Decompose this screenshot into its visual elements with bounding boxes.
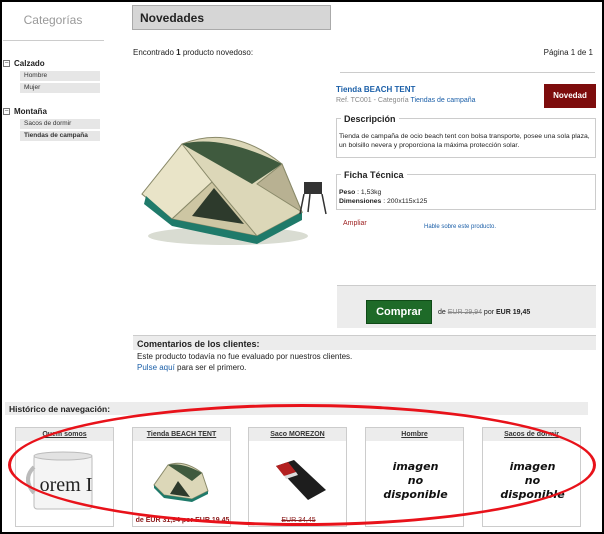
category-group-montana: − Montaña Sacos de dormir Tiendas de cam… [3,105,104,141]
sleeping-bag-image[interactable] [249,446,348,516]
review-link[interactable]: Pulse aquí [137,363,175,372]
buy-button[interactable]: Comprar [366,300,432,324]
enlarge-link[interactable]: Ampliar [343,220,367,227]
results-count: Encontrado 1 producto novedoso: [133,48,254,57]
category-header[interactable]: − Montaña [3,105,104,117]
history-card-price: EUR 34,45 [281,517,316,524]
sidebar-title: Categorías [23,13,83,27]
specs-label: Ficha Técnica [341,170,407,180]
description-box: Descripción Tienda de campaña de ocio be… [336,114,596,158]
category-name[interactable]: Calzado [14,59,45,68]
history-card[interactable]: Saco MOREZON EUR 34,45 [248,427,347,527]
history-card[interactable]: Quem somos orem I [15,427,114,527]
product-reference: Ref. TC001 - Categoría Tiendas de campañ… [336,97,476,104]
tent-image[interactable] [133,446,232,516]
history-card[interactable]: Tienda BEACH TENT de EUR 31,94 por EUR 1… [132,427,231,527]
mug-image[interactable]: orem I [16,446,115,516]
no-image-placeholder[interactable]: imagen no disponible [483,446,582,516]
sidebar-item-hombre[interactable]: Hombre [20,71,100,81]
product-image[interactable] [132,124,330,250]
history-card-price: de EUR 31,94 por EUR 19,45 [135,517,230,524]
comments-title: Comentarios de los clientes: [133,336,596,350]
sidebar-item-tiendas-de-campana[interactable]: Tiendas de campaña [20,131,100,141]
specs-box: Ficha Técnica Peso : 1,53kg Dimensiones … [336,170,596,210]
comments-text: Este producto todavía no fue evaluado po… [137,352,353,361]
talk-about-link[interactable]: Hable sobre este producto. [424,224,496,230]
old-price: EUR 29,94 [447,309,482,316]
product-title-link[interactable]: Tienda BEACH TENT [336,85,415,94]
page-title: Novedades [132,5,331,30]
price: de EUR 29,94 por EUR 19,45 [438,309,531,316]
buy-bar: Comprar de EUR 29,94 por EUR 19,45 [337,285,596,328]
weight-spec: Peso : 1,53kg [339,189,382,196]
history-card[interactable]: Hombre imagen no disponible [365,427,464,527]
history-card-title[interactable]: Hombre [366,428,463,441]
collapse-icon[interactable]: − [3,59,10,67]
customer-comments: Comentarios de los clientes: Este produc… [133,335,596,378]
comments-cta: Pulse aquí para ser el primero. [137,363,247,372]
new-price: EUR 19,45 [496,309,531,316]
category-link[interactable]: Tiendas de campaña [410,97,475,104]
no-image-placeholder[interactable]: imagen no disponible [366,446,465,516]
history-card-title[interactable]: Tienda BEACH TENT [133,428,230,441]
mug-text: orem I [39,474,92,496]
page-indicator: Página 1 de 1 [543,48,593,57]
category-name[interactable]: Montaña [14,107,47,116]
category-header[interactable]: − Calzado [3,57,104,69]
history-card-title[interactable]: Sacos de dormir [483,428,580,441]
description-label: Descripción [341,114,399,124]
new-badge: Novedad [544,84,596,108]
history-card-title[interactable]: Quem somos [16,428,113,441]
history-card-title[interactable]: Saco MOREZON [249,428,346,441]
category-group-calzado: − Calzado Hombre Mujer [3,57,104,93]
dimensions-spec: Dimensiones : 200x115x125 [339,198,428,205]
sidebar-divider [3,40,104,41]
sidebar-item-sacos-de-dormir[interactable]: Sacos de dormir [20,119,100,129]
sidebar-item-mujer[interactable]: Mujer [20,83,100,93]
description-text: Tienda de campaña de ocio beach tent con… [339,133,590,149]
divider [340,72,595,73]
history-title: Histórico de navegación: [5,402,588,415]
collapse-icon[interactable]: − [3,107,10,115]
history-card[interactable]: Sacos de dormir imagen no disponible [482,427,581,527]
